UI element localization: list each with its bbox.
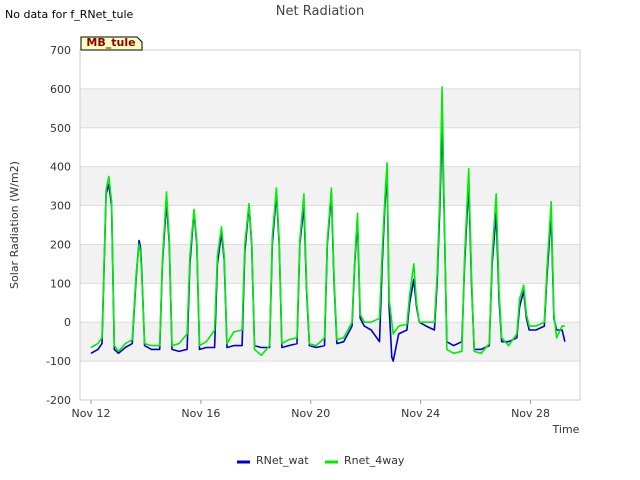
x-tick-label: Nov 16 — [181, 407, 220, 420]
legend-label-rnet-4way: Rnet_4way — [344, 454, 405, 467]
x-axis-title: Time — [552, 423, 580, 436]
legend: RNet_wat Rnet_4way — [237, 454, 405, 467]
net-radiation-chart: -200-1000100200300400500600700 Nov 12 Nov… — [5, 4, 581, 467]
y-tick-label: 100 — [50, 277, 71, 290]
grid-bands — [80, 88, 580, 362]
y-axis-title: Solar Radiation (W/m2) — [8, 161, 21, 289]
y-tick-label: 200 — [50, 238, 71, 251]
y-tick-label: 700 — [50, 44, 71, 57]
y-tick-label: -200 — [46, 394, 71, 407]
x-tick-label: Nov 20 — [291, 407, 330, 420]
x-tick-labels: Nov 12 Nov 16 Nov 20 Nov 24 Nov 28 — [72, 400, 550, 420]
y-tick-label: 400 — [50, 161, 71, 174]
legend-label-rnet-wat: RNet_wat — [256, 454, 309, 467]
y-tick-label: 0 — [64, 316, 71, 329]
x-tick-label: Nov 28 — [511, 407, 550, 420]
no-data-note: No data for f_RNet_tule — [5, 8, 134, 21]
x-tick-label: Nov 12 — [72, 407, 111, 420]
site-label: MB_tule — [86, 36, 135, 49]
site-label-box: MB_tule — [80, 36, 143, 51]
chart-title: Net Radiation — [276, 4, 364, 19]
grid-band — [80, 244, 580, 284]
y-tick-label: -100 — [46, 355, 71, 368]
x-tick-label: Nov 24 — [401, 407, 440, 420]
grid-band — [80, 88, 580, 128]
y-tick-label: 500 — [50, 122, 71, 135]
y-tick-labels: -200 -100 0 100 200 300 400 500 600 700 — [46, 44, 71, 407]
y-tick-label: 300 — [50, 200, 71, 213]
y-tick-label: 600 — [50, 83, 71, 96]
